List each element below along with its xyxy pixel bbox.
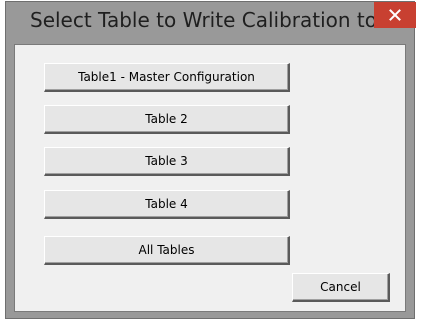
close-button[interactable] [374, 2, 416, 28]
dialog-body: Table1 - Master Configuration Table 2 Ta… [14, 44, 406, 312]
table-2-button[interactable]: Table 2 [44, 105, 290, 134]
dialog-title: Select Table to Write Calibration to: [30, 8, 384, 32]
title-bar[interactable]: Select Table to Write Calibration to: [6, 2, 416, 44]
table-3-button[interactable]: Table 3 [44, 147, 290, 176]
close-icon [389, 9, 401, 21]
all-tables-button[interactable]: All Tables [44, 236, 290, 265]
table-4-button[interactable]: Table 4 [44, 190, 290, 219]
dialog-window: Select Table to Write Calibration to: Ta… [5, 1, 416, 319]
cancel-button[interactable]: Cancel [292, 273, 390, 302]
table1-master-configuration-button[interactable]: Table1 - Master Configuration [44, 63, 290, 92]
